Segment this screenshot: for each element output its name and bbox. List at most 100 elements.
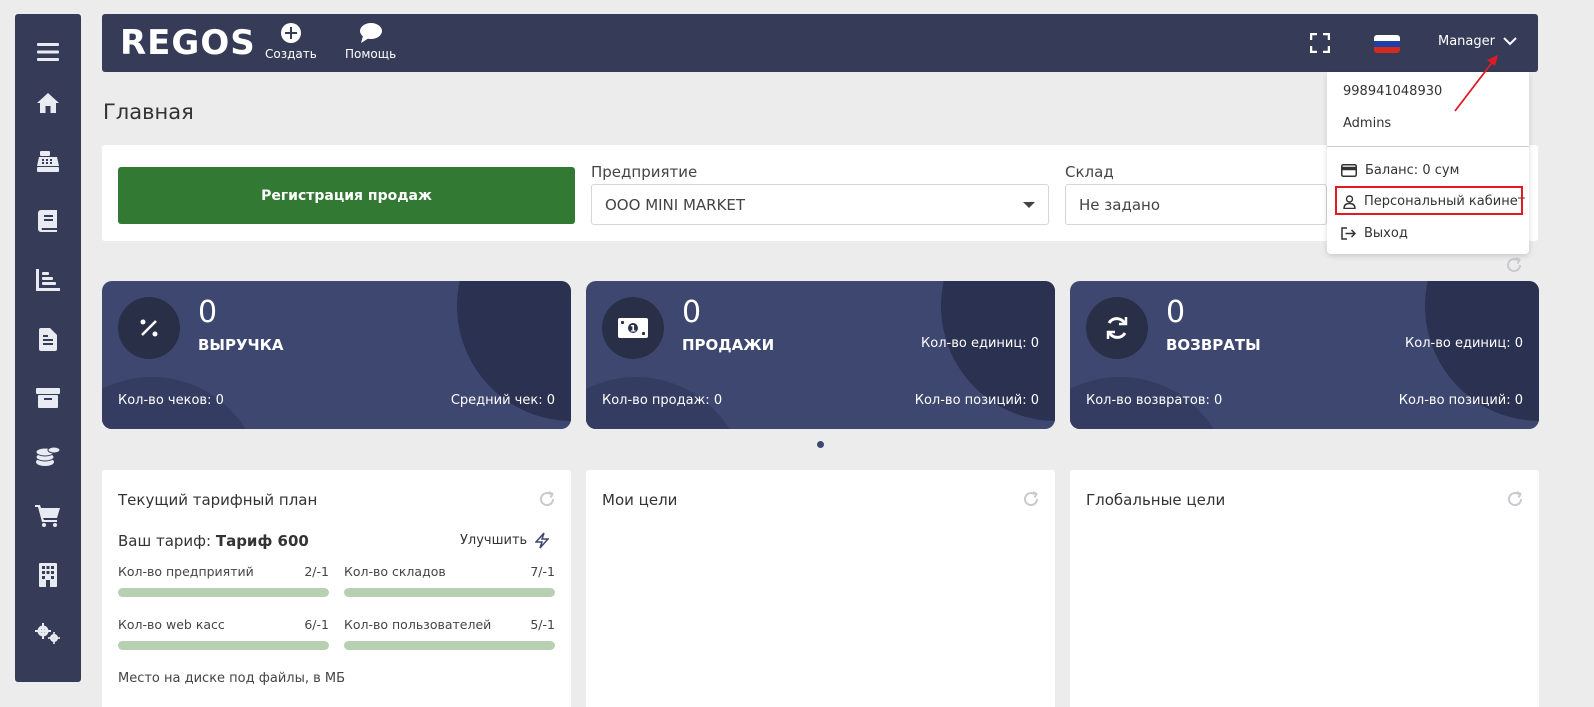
returns-card: 0 ВОЗВРАТЫ Кол-во единиц: 0 Кол-во возвр… <box>1070 281 1539 429</box>
limit-progress <box>118 588 329 597</box>
document-icon[interactable] <box>15 319 81 359</box>
balance-item[interactable]: Баланс: 0 сум <box>1341 163 1459 178</box>
revenue-name: ВЫРУЧКА <box>198 336 284 354</box>
user-phone: 998941048930 <box>1343 84 1443 99</box>
sidebar <box>15 14 81 682</box>
fullscreen-icon[interactable] <box>1309 32 1331 57</box>
sales-positions: Кол-во позиций: 0 <box>914 393 1039 408</box>
balance-label: Баланс: 0 сум <box>1365 163 1460 178</box>
refresh-icon[interactable] <box>1023 491 1039 507</box>
refresh-icon[interactable] <box>1506 257 1522 273</box>
limit-label: Кол-во пользователей <box>344 617 492 632</box>
tariff-panel: Текущий тарифный план Ваш тариф: Тариф 6… <box>102 470 571 707</box>
tariff-title: Текущий тарифный план <box>118 491 318 509</box>
limit-value: 7/-1 <box>530 564 555 579</box>
limit-users: Кол-во пользователей 5/-1 <box>344 617 555 650</box>
receipts-count: Кол-во чеков: 0 <box>118 393 224 408</box>
limit-value: 6/-1 <box>304 617 329 632</box>
limit-label: Кол-во web касс <box>118 617 225 632</box>
limit-value: 5/-1 <box>530 617 555 632</box>
returns-value: 0 <box>1166 295 1186 330</box>
chevron-down-icon <box>1503 37 1517 46</box>
sales-value: 0 <box>682 295 702 330</box>
limit-value: 2/-1 <box>304 564 329 579</box>
refresh-icon[interactable] <box>1507 491 1523 507</box>
sales-card: 1 0 ПРОДАЖИ Кол-во единиц: 0 Кол-во прод… <box>586 281 1055 429</box>
sales-name: ПРОДАЖИ <box>682 336 775 354</box>
enterprise-select[interactable]: ООО MINI MARKET <box>591 184 1049 225</box>
revenue-value: 0 <box>198 295 218 330</box>
limit-enterprises: Кол-во предприятий 2/-1 <box>118 564 329 597</box>
returns-name: ВОЗВРАТЫ <box>1166 336 1261 354</box>
highlight-box <box>1335 186 1523 215</box>
register-sales-button[interactable]: Регистрация продаж <box>118 167 575 224</box>
global-goals-panel: Глобальные цели <box>1070 470 1539 707</box>
tariff-line: Ваш тариф: Тариф 600 <box>118 532 309 550</box>
book-icon[interactable] <box>15 201 81 241</box>
limit-label: Кол-во складов <box>344 564 446 579</box>
upgrade-label: Улучшить <box>460 533 528 548</box>
limit-progress <box>118 641 329 650</box>
enterprise-label: Предприятие <box>591 163 698 181</box>
logout-icon <box>1341 227 1356 240</box>
logo[interactable]: REGOS <box>120 24 256 62</box>
your-tariff-label: Ваш тариф: <box>118 532 212 550</box>
refresh-icon[interactable] <box>539 491 555 507</box>
credit-card-icon <box>1341 164 1357 177</box>
limit-progress <box>344 588 555 597</box>
box-icon[interactable] <box>15 378 81 418</box>
filter-panel: Регистрация продаж Предприятие ООО MINI … <box>102 145 1538 241</box>
help-button[interactable]: Помощь <box>345 22 396 61</box>
limit-warehouses: Кол-во складов 7/-1 <box>344 564 555 597</box>
enterprise-value: ООО MINI MARKET <box>605 195 746 214</box>
create-button[interactable]: Создать <box>265 22 317 61</box>
top-bar: REGOS Создать Помощь Manager <box>102 14 1538 72</box>
carousel-dot[interactable] <box>817 441 824 448</box>
lightning-icon <box>535 532 550 549</box>
user-role: Admins <box>1343 116 1392 131</box>
caret-down-icon <box>1023 202 1035 208</box>
chat-bubble-icon <box>359 23 382 43</box>
limit-label: Кол-во предприятий <box>118 564 254 579</box>
plus-circle-icon <box>280 23 301 43</box>
tariff-name: Тариф 600 <box>215 532 309 550</box>
divider <box>1327 146 1529 147</box>
limit-web-cash: Кол-во web касс 6/-1 <box>118 617 329 650</box>
logout-label: Выход <box>1364 226 1408 241</box>
global-goals-title: Глобальные цели <box>1086 491 1226 509</box>
sales-units: Кол-во единиц: 0 <box>921 336 1039 351</box>
user-menu[interactable]: Manager <box>1438 34 1517 49</box>
page-title: Главная <box>103 100 194 124</box>
money-bill-icon: 1 <box>602 297 664 359</box>
limit-progress <box>344 641 555 650</box>
svg-text:1: 1 <box>630 325 636 335</box>
user-name: Manager <box>1438 34 1495 49</box>
revenue-card: 0 ВЫРУЧКА Кол-во чеков: 0 Средний чек: 0 <box>102 281 571 429</box>
annotation-arrow <box>1454 55 1498 112</box>
home-icon[interactable] <box>15 83 81 123</box>
cart-icon[interactable] <box>15 496 81 536</box>
my-goals-panel: Мои цели <box>586 470 1055 707</box>
building-icon[interactable] <box>15 555 81 595</box>
my-goals-title: Мои цели <box>602 491 678 509</box>
returns-units: Кол-во единиц: 0 <box>1405 336 1523 351</box>
average-receipt: Средний чек: 0 <box>450 393 555 408</box>
warehouse-label: Склад <box>1065 163 1114 181</box>
russian-flag-icon[interactable] <box>1374 35 1400 53</box>
upgrade-button[interactable]: Улучшить <box>460 532 550 549</box>
menu-icon[interactable] <box>15 32 81 72</box>
logout-item[interactable]: Выход <box>1341 226 1408 241</box>
sales-count: Кол-во продаж: 0 <box>602 393 723 408</box>
coins-icon[interactable] <box>15 437 81 477</box>
returns-count: Кол-во возвратов: 0 <box>1086 393 1223 408</box>
sync-icon <box>1086 297 1148 359</box>
chart-icon[interactable] <box>15 260 81 300</box>
cash-register-icon[interactable] <box>15 142 81 182</box>
help-label: Помощь <box>345 47 397 61</box>
percent-icon <box>118 297 180 359</box>
warehouse-value: Не задано <box>1079 195 1160 214</box>
create-label: Создать <box>265 47 317 61</box>
settings-icon[interactable] <box>15 614 81 654</box>
warehouse-select[interactable]: Не задано <box>1065 184 1327 225</box>
disk-space-label: Место на диске под файлы, в МБ <box>118 671 346 686</box>
